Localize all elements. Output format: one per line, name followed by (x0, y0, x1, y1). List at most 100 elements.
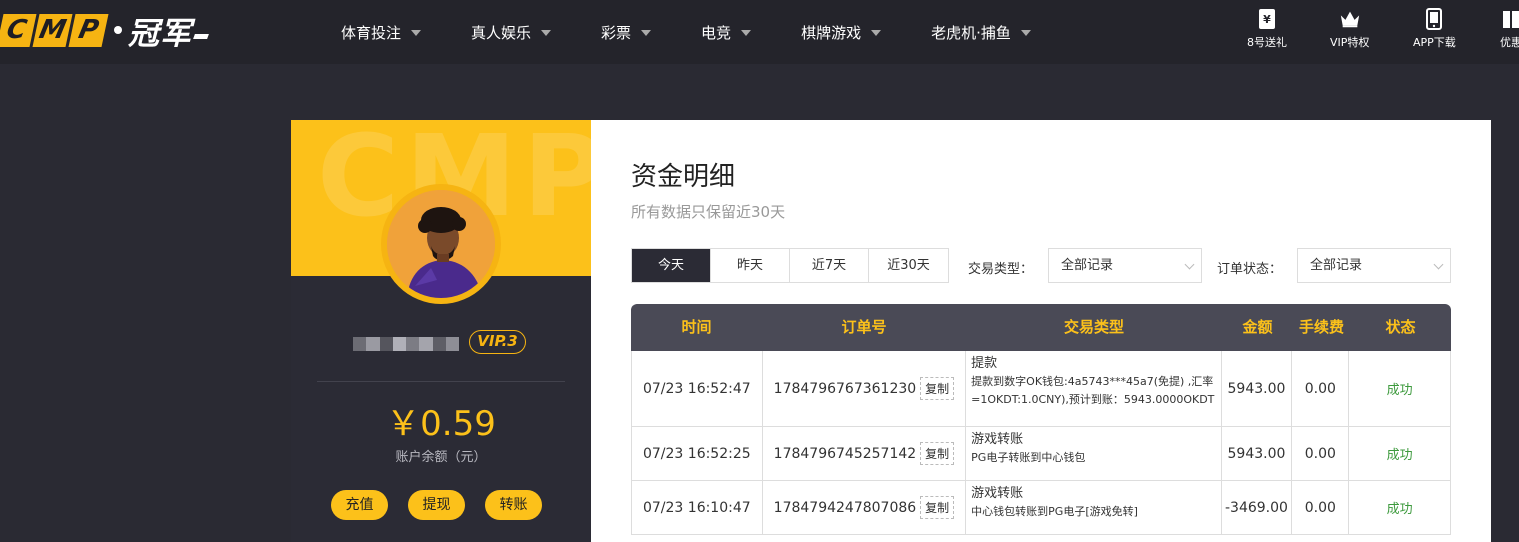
nav-item-slots-fishing[interactable]: 老虎机·捕鱼 (931, 0, 1031, 64)
top-nav-bar: C M P 冠军 体育投注 真人娱乐 彩票 电竞 棋牌游戏 老虎机·捕鱼 ¥ 8… (0, 0, 1519, 64)
profile-divider (317, 381, 565, 382)
nav-item-sports[interactable]: 体育投注 (341, 0, 422, 64)
tab-last-7-days[interactable]: 近7天 (790, 249, 869, 282)
quick-link-label: 8号送礼 (1247, 36, 1287, 49)
nav-item-lottery[interactable]: 彩票 (601, 0, 652, 64)
nav-item-esports[interactable]: 电竞 (701, 0, 752, 64)
table-row: 07/23 16:52:47 1784796767361230 复制 提款 提款… (631, 351, 1451, 427)
nav-item-label: 体育投注 (341, 23, 402, 42)
withdraw-button[interactable]: 提现 (408, 490, 465, 520)
chevron-down-icon (411, 30, 422, 36)
cell-type: 游戏转账 PG电子转账到中心钱包 (966, 427, 1222, 480)
transaction-type-label: 交易类型： (968, 262, 1034, 277)
nav-item-live-casino[interactable]: 真人娱乐 (471, 0, 552, 64)
quick-link-label: 优惠 (1500, 36, 1519, 49)
cell-amount: -3469.00 (1222, 481, 1293, 534)
cell-status: 成功 (1349, 481, 1450, 534)
order-status-label: 订单状态： (1217, 262, 1283, 277)
logo-letter: C (0, 13, 37, 47)
type-description: 提款到数字OK钱包:4a5743***45a7(免提) ,汇率=1OKDT:1.… (971, 375, 1215, 406)
cell-time: 07/23 16:52:47 (632, 351, 763, 426)
type-title: 游戏转账 (971, 432, 1024, 447)
cell-fee: 0.00 (1292, 481, 1350, 534)
cell-status: 成功 (1349, 351, 1450, 426)
cell-type: 游戏转账 中心钱包转账到PG电子[游戏免转] (966, 481, 1222, 534)
ticket-icon: ¥ (1256, 8, 1278, 30)
transaction-type-select[interactable]: 全部记录 (1048, 248, 1202, 283)
deposit-button[interactable]: 充值 (331, 490, 388, 520)
copy-button[interactable]: 复制 (920, 442, 955, 465)
order-status-value: 全部记录 (1310, 258, 1363, 273)
quick-link-label: APP下载 (1413, 36, 1456, 49)
logo-dash (193, 33, 209, 39)
transactions-table: 时间 订单号 交易类型 金额 手续费 状态 07/23 16:52:47 178… (631, 304, 1451, 535)
chevron-down-icon (871, 30, 882, 36)
username-blurred (353, 337, 459, 351)
column-header-type: 交易类型 (1063, 318, 1124, 336)
tab-last-30-days[interactable]: 近30天 (869, 249, 948, 282)
order-number: 1784796767361230 (773, 380, 917, 397)
order-number: 1784796745257142 (773, 445, 917, 462)
column-header-time: 时间 (681, 318, 712, 336)
nav-item-label: 彩票 (601, 23, 632, 42)
type-title: 游戏转账 (971, 486, 1024, 501)
status-text: 成功 (1386, 502, 1413, 517)
status-text: 成功 (1386, 383, 1413, 398)
type-description: 中心钱包转账到PG电子[游戏免转] (971, 505, 1138, 518)
nav-item-label: 棋牌游戏 (801, 23, 862, 42)
logo-letter: M (32, 13, 73, 47)
balance-amount: ￥0.59 (386, 404, 496, 444)
cell-fee: 0.00 (1292, 427, 1350, 480)
column-header-status: 状态 (1385, 318, 1416, 336)
quick-link-promotions[interactable]: 优惠 (1500, 8, 1519, 50)
logo-dot (114, 26, 122, 34)
quick-link-vip[interactable]: VIP特权 (1330, 8, 1369, 50)
cmp-logo[interactable]: C M P 冠军 (0, 12, 209, 52)
crown-icon (1339, 8, 1361, 30)
avatar-photo (387, 190, 495, 298)
status-text: 成功 (1386, 448, 1413, 463)
vip-badge: VIP.3 (469, 330, 526, 354)
cell-status: 成功 (1349, 427, 1450, 480)
tab-today[interactable]: 今天 (632, 249, 711, 282)
order-number: 1784794247807086 (773, 499, 917, 516)
tablet-icon (1423, 8, 1445, 30)
page-title: 资金明细 (631, 162, 736, 192)
cell-time: 07/23 16:52:25 (632, 427, 763, 480)
table-row: 07/23 16:52:25 1784796745257142 复制 游戏转账 … (631, 427, 1451, 481)
cell-amount: 5943.00 (1222, 427, 1293, 480)
cell-fee: 0.00 (1292, 351, 1350, 426)
fund-details-panel: 资金明细 所有数据只保留近30天 今天 昨天 近7天 近30天 交易类型： 全部… (591, 120, 1491, 542)
transaction-type-value: 全部记录 (1061, 258, 1114, 273)
chevron-down-icon (1433, 259, 1444, 270)
table-header: 时间 订单号 交易类型 金额 手续费 状态 (631, 304, 1451, 351)
balance-label: 账户余额（元） (395, 450, 487, 465)
cell-order: 1784796745257142 复制 (763, 427, 967, 480)
date-range-tabs: 今天 昨天 近7天 近30天 (631, 248, 949, 283)
chevron-down-icon (1184, 259, 1195, 270)
cell-type: 提款 提款到数字OK钱包:4a5743***45a7(免提) ,汇率=1OKDT… (966, 351, 1222, 426)
transfer-button[interactable]: 转账 (485, 490, 542, 520)
cell-time: 07/23 16:10:47 (632, 481, 763, 534)
table-row: 07/23 16:10:47 1784794247807086 复制 游戏转账 … (631, 481, 1451, 535)
type-description: PG电子转账到中心钱包 (971, 451, 1086, 464)
column-header-fee: 手续费 (1298, 318, 1344, 336)
quick-link-gift-8[interactable]: ¥ 8号送礼 (1247, 8, 1287, 50)
chevron-down-icon (541, 30, 552, 36)
profile-panel: CMP VIP.3 ￥0.59 账户余额（元） 充值 提现 转账 (291, 120, 591, 542)
nav-item-label: 电竞 (701, 23, 732, 42)
copy-button[interactable]: 复制 (920, 496, 955, 519)
cell-order: 1784796767361230 复制 (763, 351, 967, 426)
order-status-select[interactable]: 全部记录 (1297, 248, 1451, 283)
quick-link-app-download[interactable]: APP下载 (1413, 8, 1456, 50)
svg-text:¥: ¥ (1263, 13, 1271, 26)
nav-item-chess-cards[interactable]: 棋牌游戏 (801, 0, 882, 64)
logo-letters: C M P (0, 13, 109, 47)
page-subtitle: 所有数据只保留近30天 (631, 203, 786, 221)
tab-yesterday[interactable]: 昨天 (711, 249, 790, 282)
gift-icon (1500, 8, 1519, 30)
copy-button[interactable]: 复制 (920, 377, 955, 400)
chevron-down-icon (641, 30, 652, 36)
avatar[interactable] (381, 184, 501, 304)
main-nav: 体育投注 真人娱乐 彩票 电竞 棋牌游戏 老虎机·捕鱼 (341, 0, 1031, 64)
